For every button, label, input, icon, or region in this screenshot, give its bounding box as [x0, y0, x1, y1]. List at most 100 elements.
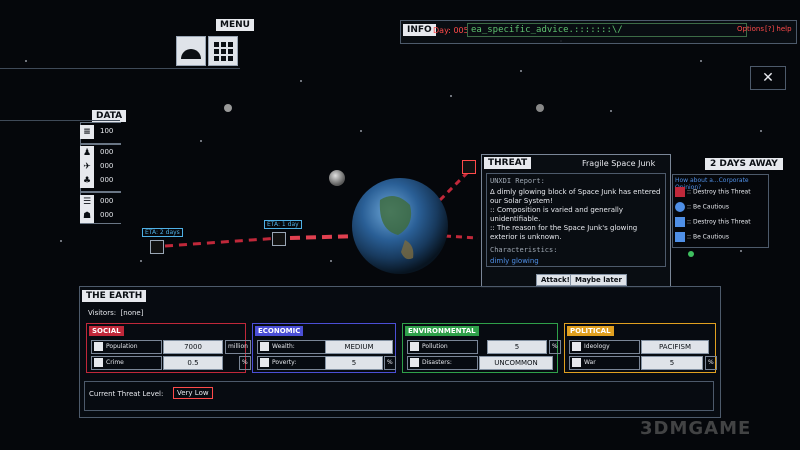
data-value: 000: [100, 148, 114, 156]
ideology-label: Ideology: [569, 340, 640, 354]
disasters-label: Disasters:: [407, 356, 478, 370]
pollution-label: Pollution: [407, 340, 478, 354]
poverty-value: 5: [325, 356, 383, 370]
pollution-value: 5: [487, 340, 547, 354]
threat-label: THREAT: [484, 157, 532, 169]
population-unit: million: [225, 340, 251, 354]
report-line: :: The reason for the Space Junk's glowi…: [490, 224, 638, 241]
moon: [329, 170, 345, 186]
ideology-row: Ideology PACIFISM: [569, 340, 717, 354]
list-icon: ≡: [80, 125, 94, 139]
person-icon: [94, 342, 103, 351]
distant-planet: [536, 104, 544, 112]
pollution-row: Pollution 5 %: [407, 340, 561, 354]
dome-icon: [181, 49, 201, 59]
war-unit: %: [705, 356, 717, 370]
data-value: 000: [100, 211, 114, 219]
economic-label: ECONOMIC: [255, 326, 304, 336]
earth-label: THE EARTH: [82, 290, 147, 302]
advice-item[interactable]: :: Destroy this Threat: [675, 187, 751, 197]
wealth-value: MEDIUM: [325, 340, 393, 354]
ideology-value: PACIFISM: [641, 340, 709, 354]
social-label: SOCIAL: [89, 326, 124, 336]
eta-label: ETA: 2 days: [142, 228, 183, 237]
factory-icon: [410, 342, 419, 351]
characteristics-value: dimly glowing: [490, 257, 539, 265]
disasters-row: Disasters: UNCOMMON: [407, 356, 559, 370]
war-row: War 5 %: [569, 356, 717, 370]
pollution-unit: %: [549, 340, 561, 354]
advice-ticker: ea_specific_advice.:::::::\/: [467, 23, 747, 37]
handcuffs-icon: [94, 358, 103, 367]
capitol-icon: [572, 342, 581, 351]
visitors: Visitors: [none]: [88, 309, 144, 317]
info-bar: INFO Day: 005 ea_specific_advice.:::::::…: [400, 20, 797, 44]
data-row[interactable]: ♣ 000: [80, 172, 118, 192]
threat-panel: THREAT Fragile Space Junk UNXDI Report: …: [481, 154, 671, 288]
data-value: 000: [100, 176, 114, 184]
environmental-label: ENVIRONMENTAL: [405, 326, 479, 336]
threat-level-label: Current Threat Level:: [89, 390, 164, 398]
advice-item[interactable]: :: Destroy this Threat: [675, 217, 751, 227]
threat-marker[interactable]: [462, 160, 476, 174]
help-button[interactable]: [?] help: [765, 25, 792, 33]
distant-planet: [224, 104, 232, 112]
threat-name: Fragile Space Junk: [582, 159, 656, 168]
down-bar-icon: [260, 358, 269, 367]
poverty-label: Poverty:: [257, 356, 328, 370]
data-value: 000: [100, 162, 114, 170]
group-icon: ♣: [80, 174, 94, 188]
economic-group: ECONOMIC Wealth: MEDIUM Poverty: 5 %: [252, 323, 396, 373]
tank-icon: [572, 358, 581, 367]
population-row: Population 7000 million: [91, 340, 251, 354]
crime-unit: %: [239, 356, 251, 370]
options-button[interactable]: Options: [737, 25, 764, 33]
eta-label: ETA: 1 day: [264, 220, 302, 229]
menu-label: MENU: [216, 19, 254, 31]
crime-row: Crime 0.5 %: [91, 356, 251, 370]
threat-marker[interactable]: [150, 240, 164, 254]
advice-list: How about a...Corporate Opinion? :: Dest…: [672, 174, 769, 248]
poverty-row: Poverty: 5 %: [257, 356, 397, 370]
environmental-group: ENVIRONMENTAL Pollution 5 % Disasters: U…: [402, 323, 561, 373]
watermark-logo: 3DMGAME: [640, 418, 752, 439]
close-button[interactable]: ✕: [750, 66, 786, 90]
report-line: :: Composition is varied and generally u…: [490, 206, 624, 223]
maybe-later-button[interactable]: Maybe later: [570, 274, 627, 286]
data-row[interactable]: ☗ 000: [80, 207, 118, 227]
threat-eta: 2 DAYS AWAY: [705, 158, 783, 170]
ship-icon: [675, 217, 685, 227]
crime-value: 0.5: [163, 356, 223, 370]
data-value: 000: [100, 197, 114, 205]
war-label: War: [569, 356, 640, 370]
data-value: 100: [100, 127, 114, 135]
advice-item[interactable]: :: Be Cautious: [675, 202, 729, 212]
green-planet: [688, 251, 694, 257]
info-label: INFO: [403, 24, 436, 36]
war-value: 5: [641, 356, 703, 370]
agent-icon: ☗: [80, 209, 94, 223]
crime-label: Crime: [91, 356, 162, 370]
divider: [0, 120, 120, 121]
wealth-label: Wealth:: [257, 340, 328, 354]
threat-level-value: Very Low: [173, 387, 213, 399]
close-icon: ✕: [762, 70, 774, 86]
bar-chart-icon: [260, 342, 269, 351]
divider: [0, 68, 240, 69]
report-title: UNXDI Report:: [490, 177, 545, 185]
data-row[interactable]: ≡ 100: [80, 123, 118, 143]
earth-panel: THE EARTH Visitors: [none] SOCIAL Popula…: [79, 286, 721, 418]
political-label: POLITICAL: [567, 326, 614, 336]
political-group: POLITICAL Ideology PACIFISM War 5 %: [564, 323, 717, 373]
advice-item[interactable]: :: Be Cautious: [675, 232, 729, 242]
report-line: Δ dimly glowing block of Space Junk has …: [490, 188, 661, 205]
grid-view-button[interactable]: [208, 36, 238, 66]
threat-marker[interactable]: [272, 232, 286, 246]
threat-report: UNXDI Report: Δ dimly glowing block of S…: [486, 173, 666, 267]
day-counter: Day: 005: [433, 26, 469, 35]
poverty-unit: %: [384, 356, 396, 370]
menu-panel: MENU: [170, 18, 254, 68]
grid-icon: [214, 42, 233, 61]
red-flag-icon: [675, 187, 685, 197]
planet-view-button[interactable]: [176, 36, 206, 66]
